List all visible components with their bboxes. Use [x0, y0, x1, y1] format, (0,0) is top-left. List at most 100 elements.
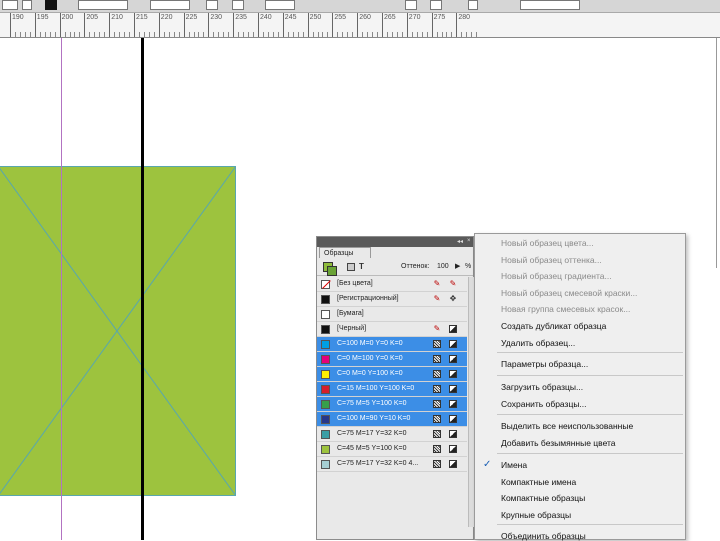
menu-item[interactable]: Новый образец смесевой краски... [501, 288, 637, 298]
swatch-name: [Черный] [337, 325, 367, 332]
menu-item[interactable]: Параметры образца... [501, 359, 588, 369]
ruler-minor-tick [441, 32, 443, 37]
vertical-guide[interactable] [61, 38, 62, 540]
toolbar-control[interactable] [206, 0, 218, 10]
swatch-row[interactable]: C=100 M=90 Y=10 K=0 [317, 412, 467, 427]
ruler-minor-tick [238, 32, 240, 37]
text-formatting-icon[interactable]: T [359, 262, 364, 271]
ruler-minor-tick [19, 32, 21, 37]
ruler-minor-tick [188, 32, 190, 37]
toolbar-control[interactable] [430, 0, 442, 10]
container-icon[interactable] [347, 263, 355, 271]
swatch-row[interactable]: [Регистрационный] ✎ ✥ [317, 292, 467, 307]
menu-item[interactable]: Создать дубликат образца [501, 321, 606, 331]
ruler-minor-tick [471, 32, 473, 37]
ruler-tick-label: 235 [235, 14, 247, 21]
tab-swatches-label: Образцы [324, 250, 354, 257]
menu-item[interactable]: Загрузить образцы... [501, 382, 583, 392]
swatch-color-chip [321, 295, 330, 304]
ruler-minor-tick [163, 32, 165, 37]
swatch-row[interactable]: [Черный] ✎ [317, 322, 467, 337]
swatch-name: C=75 M=17 Y=32 K=0 4... [337, 460, 419, 467]
toolbar-control[interactable] [468, 0, 478, 10]
toolbar-control[interactable] [405, 0, 417, 10]
ruler-tick-label: 280 [458, 14, 471, 21]
ruler-minor-tick [119, 32, 121, 37]
menu-item[interactable]: Удалить образец... [501, 338, 575, 348]
menu-separator [497, 375, 683, 376]
swatch-row[interactable]: C=0 M=0 Y=100 K=0 [317, 367, 467, 382]
ruler-major-tick [158, 13, 160, 37]
menu-item[interactable]: Новый образец цвета... [501, 238, 594, 248]
stroke-weight-input[interactable] [78, 0, 128, 10]
ruler-major-tick [233, 13, 235, 37]
swatch-list: [Без цвета] ✎ ✎ [Регистрационный] ✎ ✥ [Бумага]… [317, 277, 467, 472]
ruler-minor-tick [292, 32, 294, 37]
swatch-row[interactable]: [Бумага] [317, 307, 467, 322]
ruler-minor-tick [277, 32, 279, 37]
green-rectangle-frame[interactable] [0, 166, 236, 496]
horizontal-ruler[interactable]: 190 195 200 205 210 215 220 225 230 235 240 245 250 2… [0, 13, 720, 38]
stroke-swatch-icon[interactable] [327, 266, 337, 276]
ruler-minor-tick [436, 32, 438, 37]
tint-arrow-icon[interactable]: ▶ [455, 262, 460, 270]
toolbar-control[interactable] [150, 0, 190, 10]
ruler-minor-tick [401, 32, 403, 37]
close-icon[interactable]: × [467, 238, 471, 244]
ruler-tick-label: 245 [284, 14, 297, 21]
menu-item[interactable]: Компактные образцы [501, 493, 585, 503]
ruler-minor-tick [94, 32, 96, 37]
menu-item[interactable]: Имена [501, 460, 527, 470]
cmyk-mode-icon [449, 370, 457, 378]
menu-item[interactable]: Крупные образцы [501, 510, 571, 520]
ruler-tick-label: 230 [210, 14, 223, 21]
ruler-minor-tick [362, 32, 364, 37]
ruler-major-tick [84, 13, 86, 37]
menu-item[interactable]: Новый образец градиента... [501, 271, 612, 281]
swatch-row[interactable]: C=75 M=17 Y=32 K=0 [317, 427, 467, 442]
menu-item[interactable]: Выделить все неиспользованные [501, 421, 633, 431]
ruler-minor-tick [148, 32, 150, 37]
swatches-panel: ◂◂ × Образцы T Оттенок: 100 ▶ % [Без цве… [316, 236, 474, 540]
toolbar-control[interactable] [232, 0, 244, 10]
swatch-color-chip [321, 445, 330, 454]
ruler-minor-tick [89, 32, 91, 37]
adjacent-frame-edge [716, 38, 720, 268]
cmyk-mode-icon [449, 340, 457, 348]
ruler-tick-label: 250 [309, 14, 322, 21]
swatch-row[interactable]: C=75 M=17 Y=32 K=0 4... [317, 457, 467, 472]
swatch-row[interactable]: [Без цвета] ✎ ✎ [317, 277, 467, 292]
registration-icon: ✥ [449, 294, 457, 303]
stroke-color-control[interactable] [45, 0, 57, 10]
collapse-icon[interactable]: ◂◂ [457, 238, 463, 245]
ruler-tick-label: 215 [136, 14, 148, 21]
menu-item[interactable]: Компактные имена [501, 477, 576, 487]
ruler-minor-tick [173, 32, 175, 37]
tint-input[interactable]: 100 [437, 263, 449, 270]
toolbar-control[interactable] [2, 0, 18, 10]
menu-item[interactable]: Новый образец оттенка... [501, 255, 602, 265]
menu-item[interactable]: Новая группа смесевых красок... [501, 304, 630, 314]
ruler-minor-tick [218, 32, 220, 37]
menu-item[interactable]: Сохранить образцы... [501, 399, 587, 409]
swatch-row[interactable]: C=100 M=0 Y=0 K=0 [317, 337, 467, 352]
swatch-name: C=100 M=90 Y=10 K=0 [337, 415, 411, 422]
checkmark-icon: ✓ [483, 459, 492, 470]
menu-separator [497, 352, 683, 353]
ruler-minor-tick [74, 32, 76, 37]
toolbar-control[interactable] [265, 0, 295, 10]
swatches-toolbar: T Оттенок: 100 ▶ % [317, 259, 473, 276]
swatch-row[interactable]: C=0 M=100 Y=0 K=0 [317, 352, 467, 367]
ruler-minor-tick [297, 32, 299, 37]
cmyk-mode-icon [449, 460, 457, 468]
ruler-minor-tick [124, 32, 126, 37]
swatch-row[interactable]: C=75 M=5 Y=100 K=0 [317, 397, 467, 412]
menu-item[interactable]: Добавить безымянные цвета [501, 438, 616, 448]
tab-swatches[interactable]: Образцы [319, 247, 371, 258]
toolbar-control[interactable] [520, 0, 580, 10]
control-toolbar [0, 0, 720, 13]
swatch-row[interactable]: C=15 M=100 Y=100 K=0 [317, 382, 467, 397]
toolbar-control[interactable] [22, 0, 32, 10]
panel-header[interactable]: ◂◂ × [317, 237, 473, 247]
swatch-row[interactable]: C=45 M=5 Y=100 K=0 [317, 442, 467, 457]
